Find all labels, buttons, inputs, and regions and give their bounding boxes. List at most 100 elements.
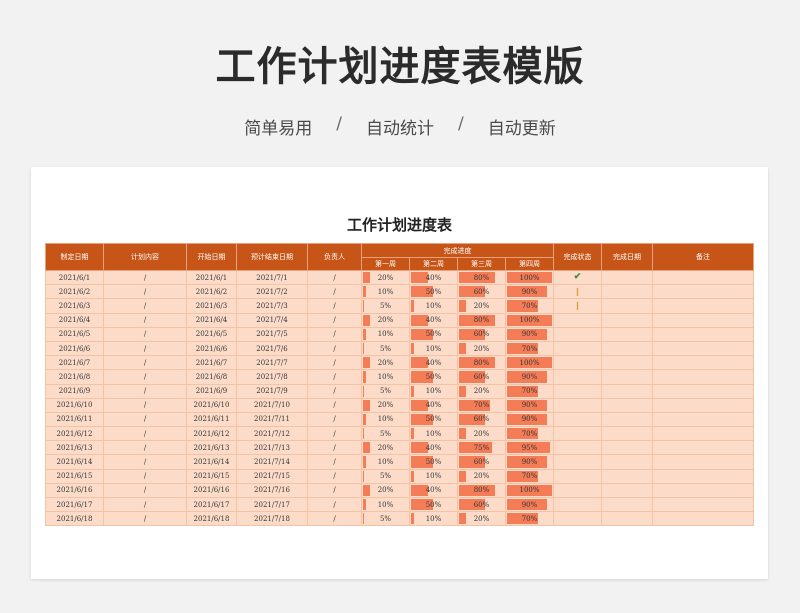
- cell-week-1-progress[interactable]: 20%: [361, 312, 410, 328]
- cell-owner[interactable]: /: [307, 312, 362, 328]
- cell-done-date[interactable]: [601, 284, 653, 300]
- cell-week-4-progress[interactable]: 100%: [505, 312, 554, 328]
- cell-plan-content[interactable]: /: [103, 454, 187, 470]
- cell-plan-content[interactable]: /: [103, 411, 187, 428]
- cell-start-date[interactable]: 2021/6/14: [186, 454, 237, 470]
- cell-owner[interactable]: /: [307, 383, 362, 399]
- cell-done-date[interactable]: [601, 369, 653, 385]
- cell-remarks[interactable]: [652, 326, 754, 342]
- cell-week-4-progress[interactable]: 90%: [505, 454, 554, 470]
- cell-status[interactable]: [553, 340, 602, 357]
- cell-remarks[interactable]: [652, 482, 754, 499]
- cell-planned-end[interactable]: 2021/7/9: [236, 383, 308, 399]
- cell-done-date[interactable]: [601, 511, 653, 527]
- cell-planned-end[interactable]: 2021/7/18: [236, 511, 308, 527]
- cell-status[interactable]: [553, 411, 602, 428]
- cell-week-3-progress[interactable]: 20%: [457, 383, 506, 399]
- cell-week-3-progress[interactable]: 75%: [457, 440, 506, 456]
- cell-status[interactable]: ✔: [553, 269, 602, 286]
- cell-remarks[interactable]: [652, 411, 754, 428]
- cell-week-1-progress[interactable]: 20%: [361, 482, 410, 499]
- cell-status[interactable]: [553, 496, 602, 513]
- cell-remarks[interactable]: [652, 440, 754, 456]
- cell-week-3-progress[interactable]: 60%: [457, 496, 506, 513]
- cell-owner[interactable]: /: [307, 369, 362, 385]
- cell-made-date[interactable]: 2021/6/2: [45, 284, 104, 300]
- cell-done-date[interactable]: [601, 468, 653, 484]
- cell-week-3-progress[interactable]: 80%: [457, 482, 506, 499]
- cell-status[interactable]: [553, 454, 602, 470]
- cell-week-2-progress[interactable]: 50%: [409, 326, 458, 342]
- cell-plan-content[interactable]: /: [103, 383, 187, 399]
- cell-week-3-progress[interactable]: 80%: [457, 269, 506, 286]
- cell-remarks[interactable]: [652, 355, 754, 371]
- cell-made-date[interactable]: 2021/6/5: [45, 326, 104, 342]
- cell-made-date[interactable]: 2021/6/17: [45, 496, 104, 513]
- cell-status[interactable]: ❙: [553, 284, 602, 300]
- cell-start-date[interactable]: 2021/6/6: [186, 340, 237, 357]
- cell-week-3-progress[interactable]: 60%: [457, 284, 506, 300]
- cell-week-3-progress[interactable]: 60%: [457, 369, 506, 385]
- cell-plan-content[interactable]: /: [103, 369, 187, 385]
- cell-owner[interactable]: /: [307, 426, 362, 442]
- cell-planned-end[interactable]: 2021/7/3: [236, 298, 308, 314]
- cell-owner[interactable]: /: [307, 340, 362, 357]
- cell-done-date[interactable]: [601, 326, 653, 342]
- cell-week-2-progress[interactable]: 40%: [409, 312, 458, 328]
- cell-planned-end[interactable]: 2021/7/4: [236, 312, 308, 328]
- cell-done-date[interactable]: [601, 269, 653, 286]
- cell-remarks[interactable]: [652, 383, 754, 399]
- cell-week-4-progress[interactable]: 70%: [505, 383, 554, 399]
- cell-week-3-progress[interactable]: 80%: [457, 355, 506, 371]
- cell-start-date[interactable]: 2021/6/18: [186, 511, 237, 527]
- cell-start-date[interactable]: 2021/6/8: [186, 369, 237, 385]
- cell-remarks[interactable]: [652, 312, 754, 328]
- cell-planned-end[interactable]: 2021/7/6: [236, 340, 308, 357]
- cell-made-date[interactable]: 2021/6/12: [45, 426, 104, 442]
- cell-week-2-progress[interactable]: 50%: [409, 411, 458, 428]
- cell-remarks[interactable]: [652, 468, 754, 484]
- cell-status[interactable]: ❙: [553, 298, 602, 314]
- cell-week-2-progress[interactable]: 10%: [409, 340, 458, 357]
- cell-week-3-progress[interactable]: 20%: [457, 298, 506, 314]
- cell-status[interactable]: [553, 355, 602, 371]
- cell-planned-end[interactable]: 2021/7/8: [236, 369, 308, 385]
- cell-remarks[interactable]: [652, 369, 754, 385]
- cell-status[interactable]: [553, 511, 602, 527]
- cell-week-3-progress[interactable]: 20%: [457, 340, 506, 357]
- cell-start-date[interactable]: 2021/6/17: [186, 496, 237, 513]
- cell-status[interactable]: [553, 440, 602, 456]
- cell-done-date[interactable]: [601, 454, 653, 470]
- cell-week-1-progress[interactable]: 20%: [361, 269, 410, 286]
- cell-remarks[interactable]: [652, 298, 754, 314]
- cell-week-4-progress[interactable]: 100%: [505, 355, 554, 371]
- cell-week-3-progress[interactable]: 20%: [457, 426, 506, 442]
- cell-remarks[interactable]: [652, 511, 754, 527]
- cell-made-date[interactable]: 2021/6/9: [45, 383, 104, 399]
- cell-plan-content[interactable]: /: [103, 511, 187, 527]
- cell-planned-end[interactable]: 2021/7/11: [236, 411, 308, 428]
- cell-week-4-progress[interactable]: 90%: [505, 411, 554, 428]
- cell-start-date[interactable]: 2021/6/16: [186, 482, 237, 499]
- cell-owner[interactable]: /: [307, 454, 362, 470]
- cell-owner[interactable]: /: [307, 411, 362, 428]
- cell-planned-end[interactable]: 2021/7/13: [236, 440, 308, 456]
- cell-week-1-progress[interactable]: 5%: [361, 340, 410, 357]
- cell-owner[interactable]: /: [307, 326, 362, 342]
- cell-start-date[interactable]: 2021/6/3: [186, 298, 237, 314]
- cell-owner[interactable]: /: [307, 468, 362, 484]
- cell-planned-end[interactable]: 2021/7/17: [236, 496, 308, 513]
- cell-status[interactable]: [553, 397, 602, 413]
- cell-remarks[interactable]: [652, 340, 754, 357]
- cell-done-date[interactable]: [601, 298, 653, 314]
- cell-made-date[interactable]: 2021/6/16: [45, 482, 104, 499]
- cell-owner[interactable]: /: [307, 269, 362, 286]
- cell-planned-end[interactable]: 2021/7/2: [236, 284, 308, 300]
- cell-week-3-progress[interactable]: 70%: [457, 397, 506, 413]
- cell-week-4-progress[interactable]: 70%: [505, 468, 554, 484]
- cell-plan-content[interactable]: /: [103, 426, 187, 442]
- cell-start-date[interactable]: 2021/6/15: [186, 468, 237, 484]
- cell-start-date[interactable]: 2021/6/5: [186, 326, 237, 342]
- cell-planned-end[interactable]: 2021/7/12: [236, 426, 308, 442]
- cell-plan-content[interactable]: /: [103, 269, 187, 286]
